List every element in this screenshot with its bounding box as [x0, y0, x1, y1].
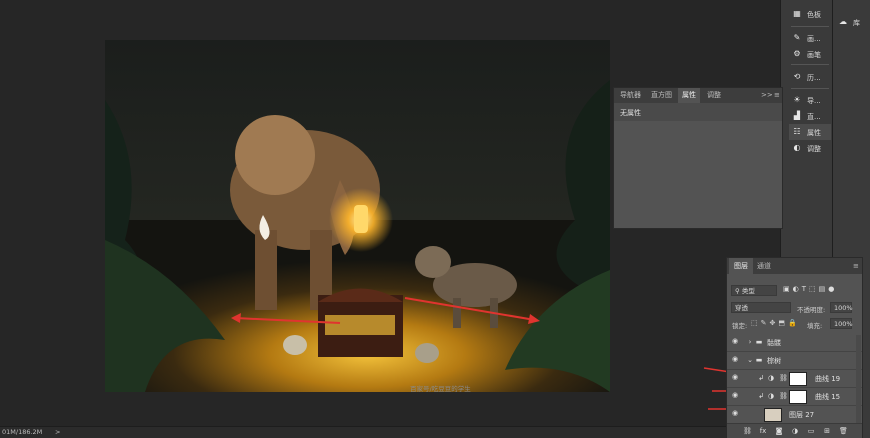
layer-thumbnail[interactable]: [764, 408, 782, 422]
panel-item-library[interactable]: ☁ 库: [835, 14, 869, 30]
folder-icon: ▬: [755, 338, 763, 346]
properties-icon: ☷: [793, 127, 801, 136]
mask-icon[interactable]: ◙: [775, 427, 783, 435]
layer-row[interactable]: ◉ 图层 27: [727, 405, 862, 424]
layers-footer: ⛓ fx ◙ ◑ ▭ ⊞ 🗑: [727, 423, 862, 438]
lock-label: 锁定:: [732, 322, 748, 330]
search-icon: ⚲: [735, 287, 742, 295]
clip-arrow-icon: ↲: [758, 392, 764, 400]
layer-row[interactable]: ◉ ⌄ ▬ 棕树: [727, 351, 862, 370]
layer-row[interactable]: ◉ ↲ ◑ ⛓ 曲线 15: [727, 387, 862, 406]
panel-item-brush-settings[interactable]: ⚙ 画笔: [789, 46, 831, 62]
tab-layers[interactable]: 图层: [729, 258, 753, 274]
blend-mode-select[interactable]: 穿透: [731, 302, 791, 313]
visibility-eye-icon[interactable]: ◉: [732, 392, 740, 399]
properties-tab-bar: 导航器 直方图 属性 调整 >> ≡: [614, 88, 782, 103]
sun-icon: ☀: [793, 95, 801, 104]
fill-label: 填充:: [807, 322, 823, 330]
layers-scrollbar[interactable]: [856, 335, 861, 430]
link-icon: ⛓: [779, 374, 788, 382]
brush-settings-icon: ⚙: [793, 49, 801, 58]
panel-item-history[interactable]: ⟲ 历...: [789, 69, 831, 85]
histogram-icon: ▟: [793, 111, 801, 120]
link-icon: ⛓: [779, 392, 788, 400]
status-arrow-icon[interactable]: >: [55, 428, 60, 436]
opacity-input[interactable]: 100%: [830, 302, 853, 313]
layer-filter-select[interactable]: ⚲ 类型: [731, 285, 777, 296]
panel-item-properties[interactable]: ☷ 属性: [789, 124, 831, 140]
lock-icons[interactable]: ⬚✎✥⬒🔒: [751, 319, 800, 327]
status-bar: 01M/186.2M >: [0, 426, 728, 438]
trash-icon[interactable]: 🗑: [839, 427, 848, 435]
panel-menu-icon[interactable]: ≡: [770, 88, 784, 103]
panel-item-histogram[interactable]: ▟ 直...: [789, 108, 831, 124]
chevron-right-icon[interactable]: ›: [746, 338, 754, 346]
adjustments-icon: ◐: [793, 143, 801, 152]
fill-input[interactable]: 100%: [830, 318, 853, 329]
layer-mask-thumbnail[interactable]: [789, 390, 807, 404]
swatches-icon: ▦: [793, 9, 801, 18]
layers-tab-bar: 图层 通道 ≡: [727, 258, 862, 274]
layers-panel: 图层 通道 ≡ ⚲ 类型 ▣◐T⬚▤● 穿透 不透明度: 100% 锁定: ⬚✎…: [726, 257, 863, 438]
watermark: 百家号/吃豆豆的学生: [410, 385, 471, 393]
tab-navigator[interactable]: 导航器: [616, 88, 645, 103]
folder-icon: ▬: [755, 356, 763, 364]
layer-mask-thumbnail[interactable]: [789, 372, 807, 386]
fx-icon[interactable]: fx: [759, 427, 767, 435]
document-canvas[interactable]: [105, 40, 610, 392]
tab-histogram[interactable]: 直方图: [647, 88, 676, 103]
panel-item-swatches[interactable]: ▦ 色板: [789, 6, 831, 22]
no-properties-label: 无属性: [620, 109, 641, 117]
properties-content: 无属性: [614, 103, 782, 121]
visibility-eye-icon[interactable]: ◉: [732, 374, 740, 381]
panel-item-brush[interactable]: ✎ 画...: [789, 30, 831, 46]
history-icon: ⟲: [793, 72, 801, 81]
layer-filter-icons[interactable]: ▣◐T⬚▤●: [783, 285, 837, 293]
panel-item-adjustments[interactable]: ◐ 调整: [789, 140, 831, 156]
layer-row[interactable]: ◉ ↲ ◑ ⛓ 曲线 19: [727, 369, 862, 388]
tab-channels[interactable]: 通道: [752, 258, 776, 274]
curves-adjustment-icon: ◑: [767, 392, 775, 400]
layer-row[interactable]: ◉ › ▬ 骷髅: [727, 333, 862, 352]
properties-panel: 导航器 直方图 属性 调整 >> ≡ 无属性: [613, 87, 783, 229]
library-icon: ☁: [839, 17, 847, 26]
opacity-label: 不透明度:: [797, 306, 826, 314]
chevron-down-icon[interactable]: ⌄: [746, 356, 754, 364]
link-icon[interactable]: ⛓: [743, 427, 752, 435]
canvas-artwork: [105, 40, 610, 392]
clip-arrow-icon: ↲: [758, 374, 764, 382]
folder-icon[interactable]: ▭: [807, 427, 815, 435]
adjustment-icon[interactable]: ◑: [791, 427, 799, 435]
visibility-eye-icon[interactable]: ◉: [732, 410, 740, 417]
tab-properties[interactable]: 属性: [678, 88, 700, 103]
visibility-eye-icon[interactable]: ◉: [732, 338, 740, 345]
panel-item-navigator[interactable]: ☀ 导...: [789, 92, 831, 108]
visibility-eye-icon[interactable]: ◉: [732, 356, 740, 363]
brush-icon: ✎: [793, 33, 801, 42]
layers-menu-icon[interactable]: ≡: [848, 258, 864, 274]
document-size: 01M/186.2M: [2, 428, 43, 436]
tab-adjustments[interactable]: 调整: [703, 88, 725, 103]
curves-adjustment-icon: ◑: [767, 374, 775, 382]
new-layer-icon[interactable]: ⊞: [823, 427, 831, 435]
